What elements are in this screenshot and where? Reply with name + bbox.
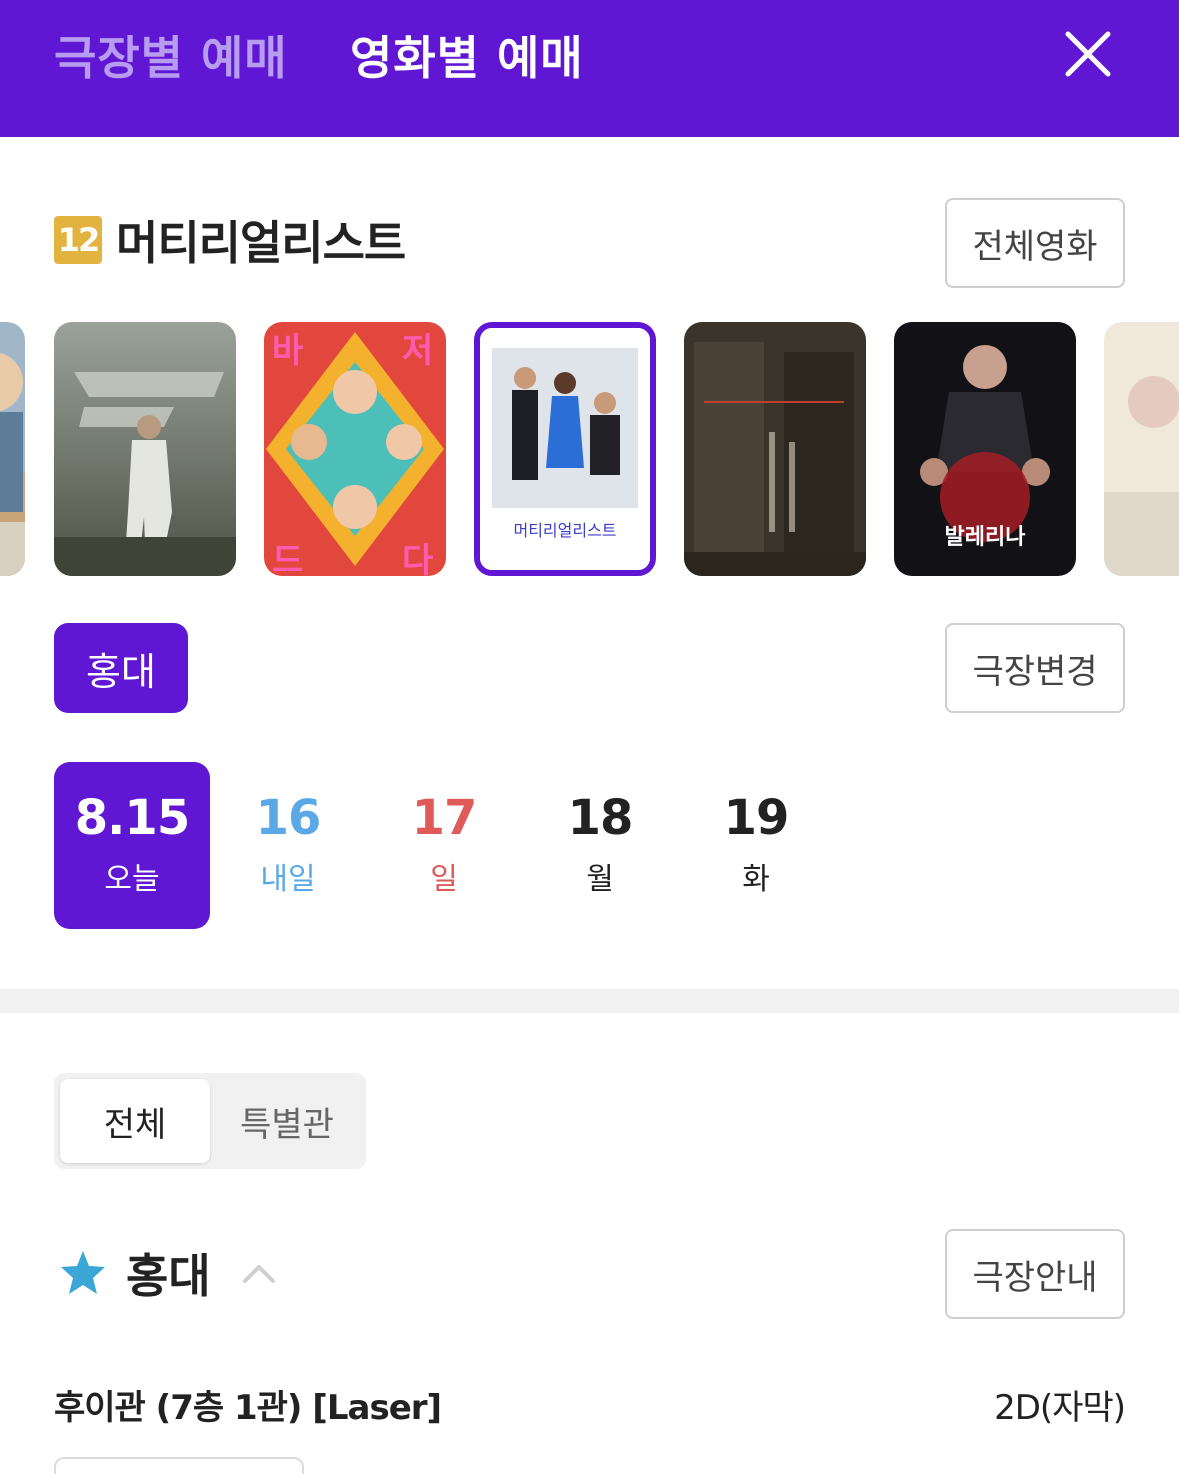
date-label: 화	[742, 862, 770, 897]
date-number: 19	[723, 790, 790, 846]
tab-movie-booking[interactable]: 영화별 예매	[350, 22, 584, 88]
date-number: 18	[567, 790, 634, 846]
chevron-up-icon[interactable]	[241, 1255, 277, 1291]
poster-partial-right[interactable]	[1104, 322, 1179, 576]
hall-filter-segment: 전체 특별관	[54, 1073, 366, 1169]
poster-partial-left[interactable]	[0, 322, 25, 576]
poster-materialists[interactable]: 머티리얼리스트	[474, 322, 656, 576]
date-number: 16	[255, 790, 322, 846]
favorite-theater-name: 홍대	[126, 1249, 211, 1303]
date-item-19[interactable]: 19 화	[678, 762, 834, 929]
date-number: 8.15	[74, 790, 190, 846]
date-item-today[interactable]: 8.15 오늘	[54, 762, 210, 929]
date-label: 일	[430, 862, 458, 897]
close-icon[interactable]	[1060, 26, 1116, 82]
date-label: 오늘	[104, 862, 160, 897]
svg-text:바: 바	[272, 331, 303, 371]
poster-f1[interactable]	[54, 322, 236, 576]
top-bar: 극장별 예매 영화별 예매	[0, 0, 1179, 137]
date-number: 17	[411, 790, 478, 846]
date-label: 내일	[260, 862, 316, 897]
poster-carousel[interactable]: 바 저 드 다 머티리얼리스트 발레리나	[0, 322, 1179, 576]
all-movies-button[interactable]: 전체영화	[945, 198, 1125, 288]
svg-text:저: 저	[402, 331, 433, 371]
movie-title-row: 12 머티리얼리스트	[54, 210, 406, 270]
svg-text:다: 다	[402, 541, 433, 576]
movie-title: 머티리얼리스트	[116, 216, 406, 270]
showtime-slot[interactable]	[54, 1457, 304, 1474]
favorite-theater-row[interactable]: 홍대	[58, 1240, 277, 1306]
filter-all-tab[interactable]: 전체	[60, 1079, 210, 1163]
date-label: 월	[586, 862, 614, 897]
section-divider	[0, 989, 1179, 1013]
date-item-18[interactable]: 18 월	[522, 762, 678, 929]
hall-name: 후이관 (7층 1관) [Laser]	[54, 1388, 442, 1428]
theater-info-button[interactable]: 극장안내	[945, 1229, 1125, 1319]
poster-title-ballerina: 발레리나	[945, 525, 1026, 550]
svg-text:머티리얼리스트: 머티리얼리스트	[513, 521, 616, 540]
age-rating-badge: 12	[54, 216, 102, 264]
tab-theater-booking[interactable]: 극장별 예매	[54, 22, 288, 88]
svg-text:드: 드	[272, 541, 303, 576]
hall-format: 2D(자막)	[994, 1388, 1126, 1428]
date-item-16[interactable]: 16 내일	[210, 762, 366, 929]
date-item-17[interactable]: 17 일	[366, 762, 522, 929]
star-icon[interactable]	[58, 1248, 108, 1298]
selected-theater-chip[interactable]: 홍대	[54, 623, 188, 713]
poster-dark[interactable]	[684, 322, 866, 576]
change-theater-button[interactable]: 극장변경	[945, 623, 1125, 713]
filter-special-tab[interactable]: 특별관	[212, 1079, 362, 1163]
poster-comedy[interactable]: 바 저 드 다	[264, 322, 446, 576]
poster-ballerina[interactable]: 발레리나	[894, 322, 1076, 576]
